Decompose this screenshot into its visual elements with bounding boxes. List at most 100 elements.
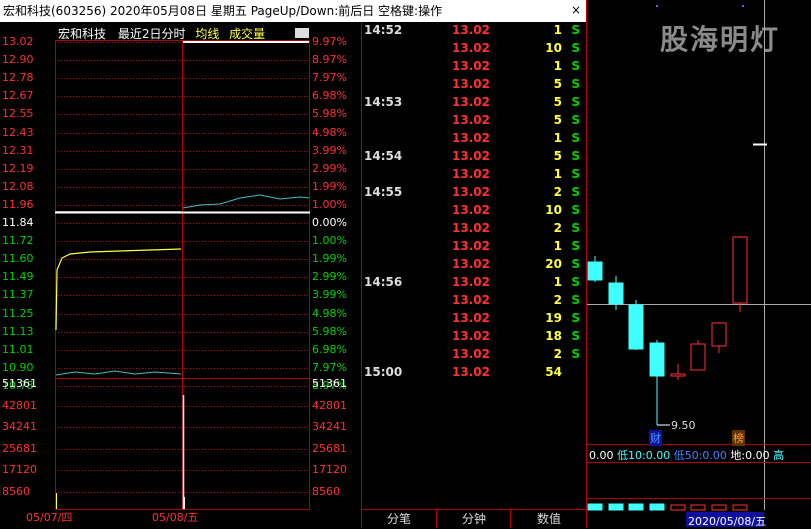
percent-tick: 5.98% [312, 107, 347, 121]
price-tick: 12.43 [2, 125, 34, 139]
trade-side: S [571, 221, 580, 235]
volume-tick: 17120 [312, 463, 347, 476]
trade-side: S [571, 203, 580, 217]
trade-price: 13.02 [452, 167, 490, 181]
date-label-day2: 05/08/五 [152, 511, 199, 524]
ranking-badge[interactable]: 榜 [732, 430, 745, 446]
trade-row: 13.02 5 S [364, 77, 586, 95]
day1-avg-line [55, 248, 182, 331]
trade-price: 13.02 [452, 293, 490, 307]
trade-row: 13.02 18 S [364, 329, 586, 347]
volume-tick: 17120 [2, 463, 37, 476]
period-label: 最近2日分时 [117, 27, 186, 41]
candle-body [690, 343, 706, 371]
trade-time: 14:53 [364, 95, 403, 109]
trade-price: 13.02 [452, 275, 490, 289]
price-tick: 11.60 [2, 252, 34, 266]
tab-values[interactable]: 数值 [510, 510, 587, 528]
candle-body [608, 282, 624, 305]
trade-price: 13.02 [452, 95, 490, 109]
percent-tick: 1.00% [312, 197, 347, 211]
trade-row: 13.02 2 S [364, 293, 586, 311]
trade-time: 14:55 [364, 185, 403, 199]
trade-side: S [571, 95, 580, 109]
percent-tick: 4.98% [312, 306, 347, 320]
trade-vol: 18 [545, 329, 562, 343]
date-label-day1: 05/07/四 [26, 511, 73, 524]
price-tick: 11.25 [2, 306, 34, 320]
trade-price: 13.02 [452, 77, 490, 91]
percent-tick: 9.97% [312, 35, 347, 48]
tab-minutes[interactable]: 分钟 [436, 510, 511, 528]
price-tick: 13.02 [2, 35, 34, 48]
percent-tick: 2.99% [312, 161, 347, 175]
trade-row: 14:52 13.02 1 S [364, 23, 586, 41]
trade-side: S [571, 41, 580, 55]
volume-tick: 8560 [2, 484, 30, 498]
price-tick: 12.19 [2, 161, 34, 175]
trade-row: 13.02 10 S [364, 203, 586, 221]
candle-body [628, 304, 644, 350]
trade-row: 13.02 19 S [364, 311, 586, 329]
trade-side: S [571, 59, 580, 73]
percent-tick: 8.97% [312, 53, 347, 67]
trade-price: 13.02 [452, 41, 490, 55]
trade-row: 13.02 20 S [364, 257, 586, 275]
price-tick: 12.31 [2, 143, 34, 157]
trade-row: 15:00 13.02 54 [364, 365, 586, 383]
trade-side: S [571, 311, 580, 325]
kline-volume-bar [732, 504, 748, 511]
indicator-row: 0.00 低10:0.00 低50:0.00 地:0.00 高 [589, 449, 785, 462]
volume-tick: 25681 [312, 441, 347, 455]
trade-row: 13.02 5 S [364, 113, 586, 131]
percent-tick: 1.00% [312, 234, 347, 248]
trade-side: S [571, 257, 580, 271]
trade-side: S [571, 23, 580, 37]
trade-vol: 1 [553, 131, 562, 145]
trade-vol: 1 [553, 167, 562, 181]
kline-volume-bars [587, 503, 748, 511]
trade-time: 15:00 [364, 365, 403, 379]
trade-vol: 10 [545, 41, 562, 55]
trade-vol: 5 [553, 77, 562, 91]
trade-row: 14:53 13.02 5 S [364, 95, 586, 113]
percent-tick: 7.97% [312, 360, 347, 374]
trade-time: 14:56 [364, 275, 403, 289]
kline-volume-bar [587, 503, 603, 511]
percent-tick: 6.98% [312, 342, 347, 356]
trade-side: S [571, 77, 580, 91]
price-tick: 12.55 [2, 107, 34, 121]
volume-tick: 51361 [312, 377, 347, 390]
price-tick: 12.90 [2, 53, 34, 67]
price-tick: 12.67 [2, 89, 34, 103]
avg-legend[interactable]: 均线 [195, 27, 219, 41]
trade-row: 13.02 2 S [364, 347, 586, 365]
candle-body [587, 261, 603, 281]
price-tick: 11.13 [2, 324, 34, 338]
kline-volume-bar [628, 503, 644, 511]
tab-divider [362, 509, 586, 510]
day1-lower-line [55, 370, 182, 376]
trade-side: S [571, 149, 580, 163]
kline-date-label: 2020/05/08/五 [688, 515, 767, 528]
trade-side: S [571, 329, 580, 343]
kline-volume-bar [690, 504, 706, 511]
percent-tick: 1.99% [312, 252, 347, 266]
low-price-label: 9.50 [671, 419, 696, 432]
percent-tick: 6.98% [312, 89, 347, 103]
day2-trend-line [182, 194, 310, 209]
trade-vol: 19 [545, 311, 562, 325]
finance-badge[interactable]: 财 [649, 430, 662, 446]
percent-tick: 1.99% [312, 179, 347, 193]
trade-vol: 1 [553, 275, 562, 289]
volume-legend[interactable]: 成交量 [229, 27, 265, 41]
trade-price: 13.02 [452, 185, 490, 199]
trade-price: 13.02 [452, 23, 490, 37]
expand-icon[interactable] [295, 28, 309, 38]
trade-vol: 2 [553, 185, 562, 199]
trade-price: 13.02 [452, 347, 490, 361]
kline-volume-bar [649, 503, 665, 511]
trade-price: 13.02 [452, 329, 490, 343]
tab-ticks[interactable]: 分笔 [362, 510, 436, 528]
trade-row: 14:56 13.02 1 S [364, 275, 586, 293]
